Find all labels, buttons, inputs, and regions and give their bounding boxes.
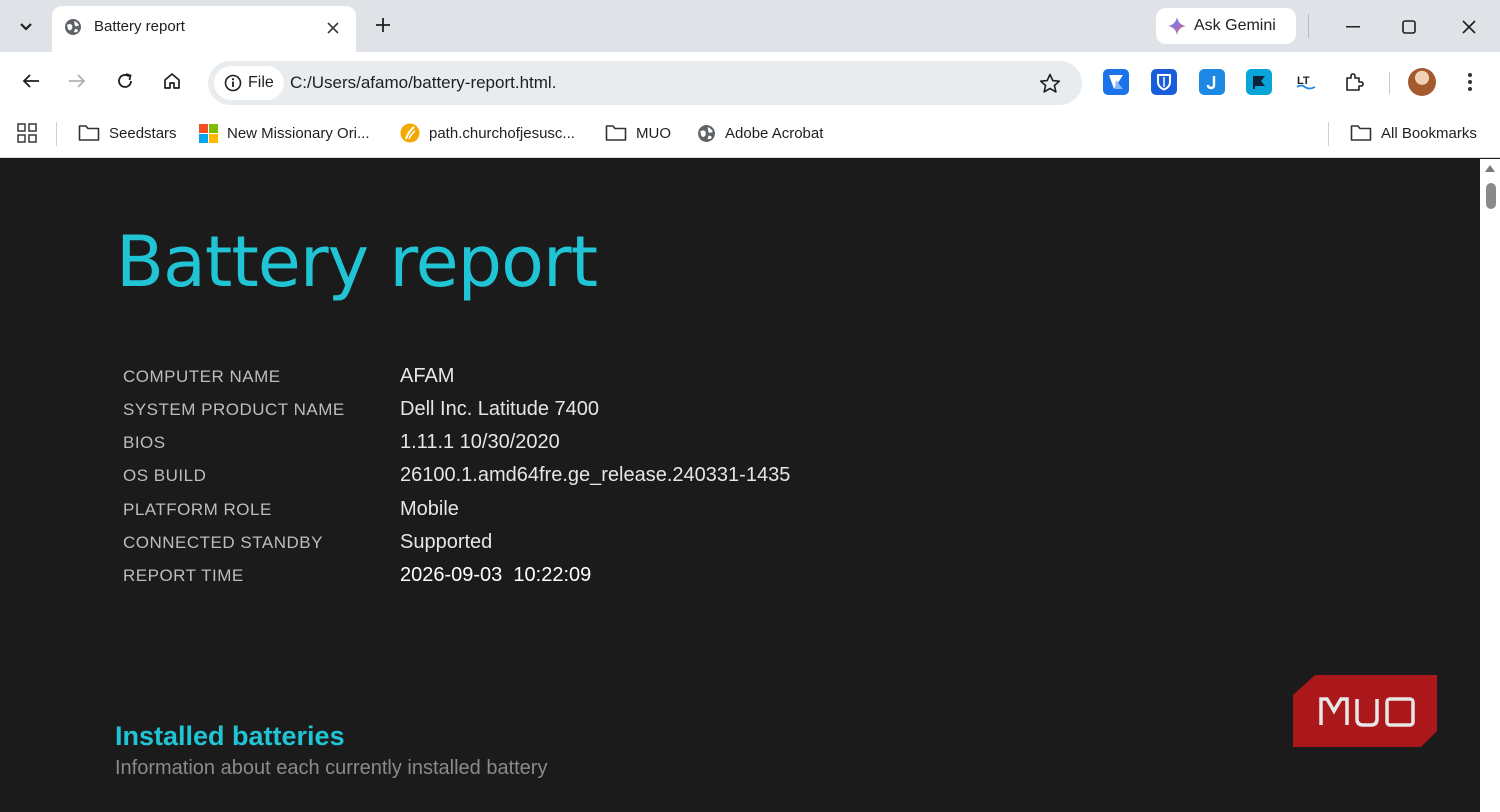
tab-strip: Battery report Ask Gemini [0,0,1500,52]
close-tab-button[interactable] [322,17,344,39]
info-value: AFAM [400,365,455,387]
url-text[interactable]: C:/Users/afamo/battery-report.html. [290,73,556,93]
home-icon [164,73,180,89]
path-icon [400,123,420,143]
ask-gemini-button[interactable]: Ask Gemini [1156,8,1296,44]
installed-batteries-description: Information about each currently install… [115,757,548,779]
globe-icon [65,19,81,35]
info-value: 2026-09-03 10:22:09 [400,564,592,586]
bookmark-adobe-acrobat[interactable]: Adobe Acrobat [697,120,823,146]
bookmark-star-icon[interactable] [1038,72,1062,96]
bookmark-label: MUO [636,124,671,142]
bookmark-muo[interactable]: MUO [605,120,671,146]
toolbar-divider [1389,72,1390,94]
folder-icon [78,125,100,141]
info-row-computer-name: COMPUTER NAME AFAM [123,362,1023,390]
home-button[interactable] [155,64,189,98]
maximize-icon [1402,20,1416,34]
bookmark-new-missionary[interactable]: New Missionary Ori... [199,120,370,146]
gemini-sparkle-icon [1168,17,1186,35]
info-key: PLATFORM ROLE [123,500,272,519]
scrollbar-thumb[interactable] [1486,183,1496,209]
tab-title: Battery report [94,18,185,35]
installed-batteries-heading: Installed batteries [115,721,345,751]
bookmark-label: Seedstars [109,124,177,142]
bookmark-label: Adobe Acrobat [725,124,824,142]
folder-icon [1350,125,1372,141]
extension-flag-icon[interactable] [1246,69,1272,95]
bookmarks-bar: Seedstars New Missionary Ori... path.chu… [0,110,1500,158]
info-value: Mobile [400,498,459,520]
apps-grid-icon[interactable] [16,122,38,144]
info-row-bios: BIOS 1.11.1 10/30/2020 [123,428,1023,456]
info-key: CONNECTED STANDBY [123,533,323,552]
bookmark-path-church[interactable]: path.churchofjesusc... [400,120,575,146]
info-value: Dell Inc. Latitude 7400 [400,398,600,420]
ask-gemini-label: Ask Gemini [1194,17,1276,34]
languagetool-icon[interactable]: LT [1293,69,1319,95]
plus-icon [376,18,390,32]
back-button[interactable] [14,64,48,98]
bookmark-label: path.churchofjesusc... [429,124,575,142]
info-value: Supported [400,531,493,553]
info-key: COMPUTER NAME [123,367,281,386]
tab-search-button[interactable] [8,10,44,44]
browser-menu-button[interactable] [1458,69,1482,95]
reload-button[interactable] [108,64,142,98]
maximize-button[interactable] [1386,10,1432,44]
page-title: Battery report [116,221,598,303]
microsoft-icon [199,123,218,143]
info-key: SYSTEM PRODUCT NAME [123,400,345,419]
minimize-button[interactable] [1330,10,1376,44]
site-info-chip[interactable]: File [214,66,284,100]
arrow-left-icon [22,74,39,88]
info-row-os-build: OS BUILD 26100.1.amd64fre.ge_release.240… [123,461,1023,489]
profile-avatar[interactable] [1408,68,1436,96]
info-icon [224,74,242,92]
minimize-icon [1346,26,1360,28]
bookmark-label: New Missionary Ori... [227,124,370,142]
info-value: 26100.1.amd64fre.ge_release.240331-1435 [400,464,791,486]
chevron-down-icon [20,23,32,31]
reload-icon [118,73,132,88]
muo-watermark-logo [1293,675,1437,747]
info-key: BIOS [123,433,166,452]
bookmarks-divider [1328,122,1329,146]
extension-j-icon[interactable] [1199,69,1225,95]
extension-1-icon[interactable] [1103,69,1129,95]
bookmark-seedstars[interactable]: Seedstars [78,120,177,146]
active-tab[interactable]: Battery report [52,6,356,52]
info-row-platform-role: PLATFORM ROLE Mobile [123,495,1023,523]
info-key: REPORT TIME [123,566,244,585]
browser-toolbar: File C:/Users/afamo/battery-report.html.… [0,52,1500,110]
bitwarden-icon[interactable] [1151,69,1177,95]
folder-icon [605,125,627,141]
info-row-report-time: REPORT TIME 2026-09-03 10:22:09 [123,561,1023,589]
all-bookmarks-button[interactable]: All Bookmarks [1350,120,1477,146]
new-tab-button[interactable] [368,10,398,40]
bookmarks-divider [56,122,57,146]
close-window-button[interactable] [1446,10,1492,44]
info-key: OS BUILD [123,466,207,485]
info-value: 1.11.1 10/30/2020 [400,431,560,453]
close-icon [327,22,339,34]
close-icon [1462,20,1476,34]
page-scrollbar[interactable] [1480,159,1500,812]
globe-icon [698,124,715,142]
info-row-system-product-name: SYSTEM PRODUCT NAME Dell Inc. Latitude 7… [123,395,1023,423]
forward-button[interactable] [60,64,94,98]
window-controls-divider [1308,14,1309,38]
scroll-up-arrow-icon[interactable] [1484,163,1496,173]
arrow-right-icon [69,74,86,88]
battery-report-page: Battery report COMPUTER NAME AFAM SYSTEM… [0,159,1480,812]
address-bar[interactable]: File C:/Users/afamo/battery-report.html. [208,61,1082,105]
info-row-connected-standby: CONNECTED STANDBY Supported [123,528,1023,556]
extensions-puzzle-icon[interactable] [1341,69,1367,95]
all-bookmarks-label: All Bookmarks [1381,124,1477,142]
site-info-label: File [248,74,274,91]
